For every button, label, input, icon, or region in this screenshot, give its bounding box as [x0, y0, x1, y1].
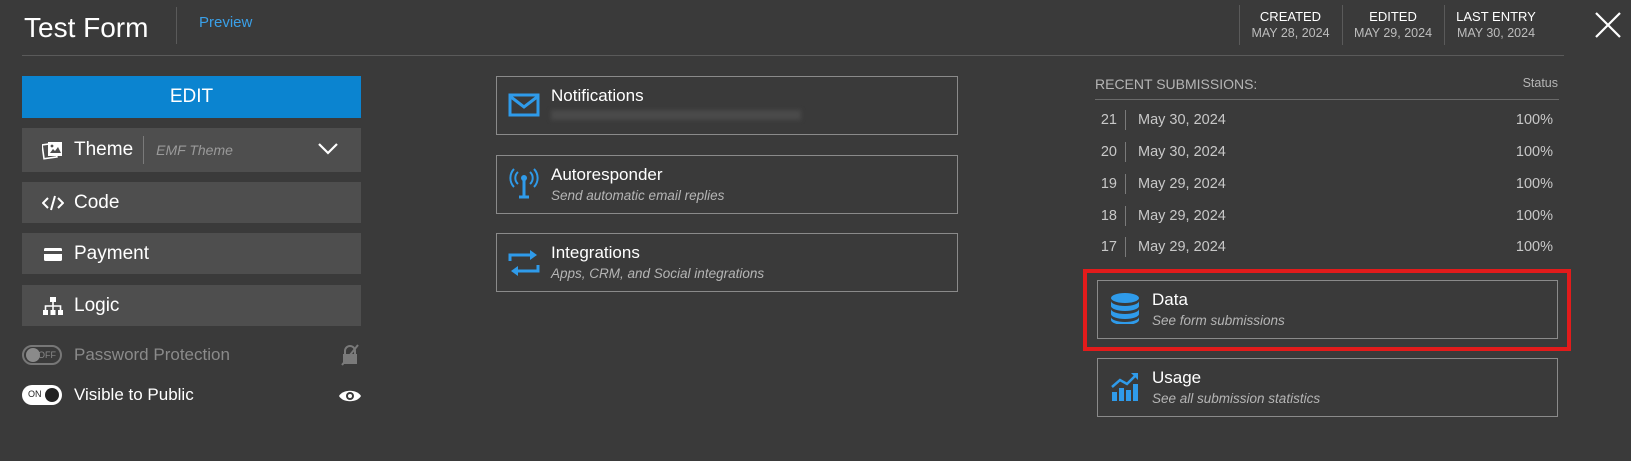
- last-entry-stat: LAST ENTRY MAY 30, 2024: [1445, 8, 1547, 44]
- submission-date: May 29, 2024: [1138, 239, 1226, 255]
- theme-icon: [42, 139, 64, 161]
- submission-number: 17: [1100, 239, 1117, 255]
- submission-date: May 29, 2024: [1138, 208, 1226, 224]
- chart-growth-icon: [1109, 373, 1141, 403]
- created-value: MAY 28, 2024: [1251, 26, 1330, 40]
- submission-status: 100%: [1515, 208, 1553, 224]
- code-menu-item[interactable]: Code: [22, 182, 361, 223]
- card-subtitle-redacted: [551, 110, 801, 120]
- toggle-state-text: OFF: [38, 350, 56, 360]
- submission-row[interactable]: 19 May 29, 2024 100%: [1095, 171, 1559, 197]
- code-label: Code: [74, 191, 120, 213]
- card-title: Notifications: [551, 86, 644, 105]
- submission-status: 100%: [1515, 112, 1553, 128]
- data-card[interactable]: Data See form submissions: [1097, 280, 1558, 339]
- logic-menu-item[interactable]: Logic: [22, 285, 361, 326]
- payment-menu-item[interactable]: Payment: [22, 233, 361, 274]
- header-divider: [22, 55, 1564, 56]
- card-title: Usage: [1152, 368, 1202, 387]
- theme-label: Theme: [74, 139, 134, 160]
- credit-card-icon: [42, 243, 64, 265]
- integrations-card[interactable]: Integrations Apps, CRM, and Social integ…: [496, 233, 958, 292]
- status-column-header: Status: [1522, 76, 1558, 90]
- notifications-card[interactable]: Notifications: [496, 76, 958, 135]
- submission-row[interactable]: 17 May 29, 2024 100%: [1095, 234, 1559, 260]
- theme-value: EMF Theme: [156, 142, 233, 158]
- last-entry-value: MAY 30, 2024: [1456, 26, 1536, 40]
- card-title: Integrations: [551, 243, 640, 262]
- last-entry-label: LAST ENTRY: [1456, 9, 1536, 24]
- database-icon: [1109, 293, 1141, 325]
- created-stat: CREATED MAY 28, 2024: [1240, 8, 1341, 44]
- edited-value: MAY 29, 2024: [1353, 26, 1433, 40]
- row-divider: [1125, 110, 1126, 130]
- title-divider: [176, 7, 177, 44]
- row-divider: [1125, 237, 1126, 257]
- submission-number: 18: [1100, 208, 1117, 224]
- visible-to-public-label: Visible to Public: [74, 385, 194, 404]
- submission-row[interactable]: 20 May 30, 2024 100%: [1095, 139, 1559, 165]
- exchange-arrows-icon: [508, 248, 540, 278]
- close-icon[interactable]: [1593, 10, 1623, 40]
- page-title: Test Form: [24, 12, 149, 43]
- row-divider: [1125, 142, 1126, 162]
- usage-card[interactable]: Usage See all submission statistics: [1097, 358, 1558, 417]
- submission-row[interactable]: 18 May 29, 2024 100%: [1095, 203, 1559, 229]
- row-divider: [1125, 174, 1126, 194]
- card-subtitle: Apps, CRM, and Social integrations: [551, 266, 765, 281]
- password-protection-label: Password Protection: [74, 345, 230, 364]
- envelope-icon: [508, 91, 540, 121]
- antenna-icon: [508, 168, 540, 200]
- password-protection-row: OFF Password Protection: [22, 342, 361, 368]
- theme-menu-item[interactable]: Theme EMF Theme: [22, 128, 361, 172]
- sitemap-icon: [42, 295, 64, 317]
- submission-date: May 30, 2024: [1138, 112, 1226, 128]
- submission-date: May 30, 2024: [1138, 144, 1226, 160]
- eye-icon: [338, 388, 362, 404]
- recent-submissions-heading: RECENT SUBMISSIONS:: [1095, 76, 1258, 92]
- submission-number: 20: [1100, 144, 1117, 160]
- submission-status: 100%: [1515, 176, 1553, 192]
- card-subtitle: Send automatic email replies: [551, 188, 725, 203]
- row-divider: [1125, 206, 1126, 226]
- submission-number: 19: [1100, 176, 1117, 192]
- submission-status: 100%: [1515, 144, 1553, 160]
- edited-stat: EDITED MAY 29, 2024: [1343, 8, 1443, 44]
- submission-row[interactable]: 21 May 30, 2024 100%: [1095, 107, 1559, 133]
- edited-label: EDITED: [1369, 9, 1417, 24]
- autoresponder-card[interactable]: Autoresponder Send automatic email repli…: [496, 155, 958, 214]
- submission-status: 100%: [1515, 239, 1553, 255]
- submission-number: 21: [1100, 112, 1117, 128]
- submission-date: May 29, 2024: [1138, 176, 1226, 192]
- visible-to-public-toggle[interactable]: ON: [22, 385, 62, 405]
- theme-divider: [143, 136, 145, 164]
- card-title: Data: [1152, 290, 1188, 309]
- chevron-down-icon[interactable]: [317, 141, 339, 157]
- recent-submissions-divider: [1095, 99, 1559, 100]
- created-label: CREATED: [1259, 9, 1322, 24]
- toggle-knob: [45, 388, 59, 402]
- preview-link[interactable]: Preview: [199, 13, 252, 33]
- card-subtitle: See all submission statistics: [1152, 391, 1321, 406]
- payment-label: Payment: [74, 242, 149, 264]
- card-title: Autoresponder: [551, 165, 663, 184]
- visible-to-public-row: ON Visible to Public: [22, 382, 361, 408]
- lock-disabled-icon: [340, 344, 360, 366]
- toggle-state-text: ON: [28, 389, 42, 399]
- password-protection-toggle[interactable]: OFF: [22, 345, 62, 365]
- edit-button[interactable]: EDIT: [22, 76, 361, 118]
- card-subtitle: See form submissions: [1152, 313, 1285, 328]
- logic-label: Logic: [74, 294, 120, 316]
- code-icon: [42, 192, 64, 214]
